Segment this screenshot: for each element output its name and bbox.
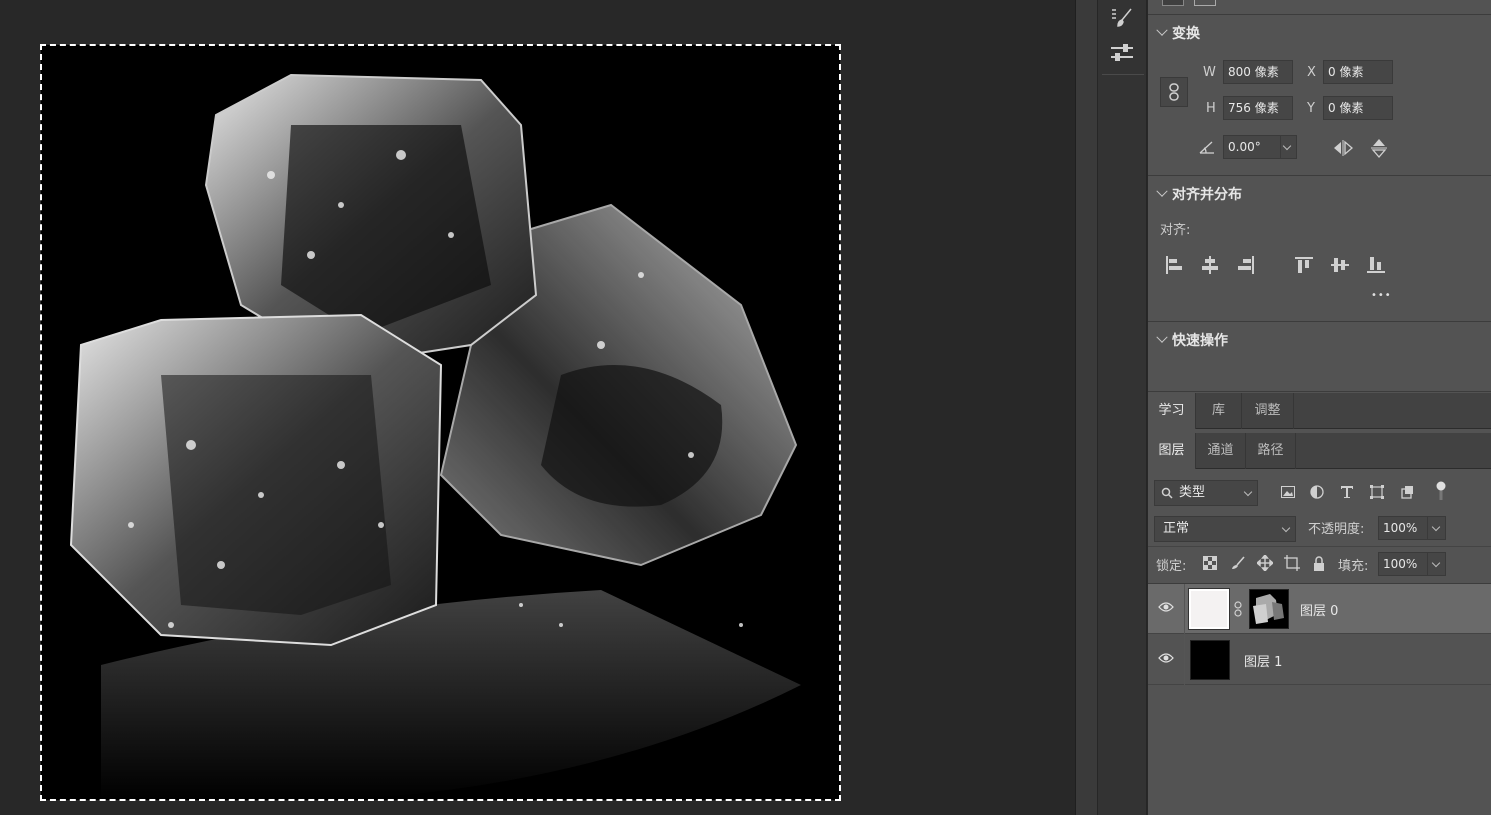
opacity-field[interactable]: 100%: [1378, 516, 1446, 540]
transform-section: 变换 W 800 像素 X 0 像素 H 756 像素 Y 0 像素 0.00°: [1148, 14, 1491, 176]
transform-title: 变换: [1172, 26, 1200, 42]
layer-name: 图层 0: [1300, 604, 1339, 619]
layer-image-thumbnail[interactable]: [1249, 589, 1289, 629]
angle-field[interactable]: 0.00°: [1223, 135, 1297, 159]
fill-field[interactable]: 100%: [1378, 552, 1446, 576]
align-bottom-icon[interactable]: [1366, 254, 1386, 276]
tab-adjustments[interactable]: 调整: [1242, 393, 1294, 429]
brush-settings-icon[interactable]: [1106, 4, 1138, 32]
chevron-down-icon[interactable]: [1282, 141, 1292, 151]
transform-header[interactable]: 变换: [1156, 23, 1200, 43]
mask-link-icon[interactable]: [1233, 600, 1243, 618]
filter-shape-layers-icon[interactable]: [1368, 482, 1386, 502]
lock-transparent-pixels-icon[interactable]: [1202, 555, 1218, 571]
panel-tab-icon[interactable]: [1162, 0, 1184, 6]
filter-adjustment-layers-icon[interactable]: [1308, 482, 1326, 502]
visibility-eye-icon[interactable]: [1158, 652, 1174, 668]
angle-value: 0.00°: [1228, 140, 1261, 154]
lock-image-pixels-icon[interactable]: [1230, 555, 1246, 571]
flip-horizontal-icon[interactable]: [1332, 137, 1354, 159]
layer-row-layer-0[interactable]: 图层 0: [1148, 584, 1491, 634]
visibility-eye-icon[interactable]: [1158, 601, 1174, 617]
align-horizontal-center-icon[interactable]: [1200, 254, 1220, 276]
filter-smart-objects-icon[interactable]: [1398, 482, 1416, 502]
y-label: Y: [1307, 101, 1315, 116]
angle-icon: [1198, 138, 1216, 156]
learn-library-tabs: 学习 库 调整: [1148, 393, 1491, 429]
filter-type-layers-icon[interactable]: [1338, 482, 1356, 502]
more-options-button[interactable]: •••: [1371, 290, 1392, 301]
blend-mode-select[interactable]: 正常: [1154, 516, 1296, 542]
properties-panel: 变换 W 800 像素 X 0 像素 H 756 像素 Y 0 像素 0.00°: [1148, 0, 1491, 815]
tab-paths[interactable]: 路径: [1246, 433, 1296, 469]
panel-gutter: [1075, 0, 1097, 815]
layer-name: 图层 1: [1244, 655, 1283, 670]
tab-layers[interactable]: 图层: [1148, 433, 1196, 469]
opacity-value: 100%: [1383, 521, 1418, 535]
align-distribute-section: 对齐并分布 对齐: •••: [1148, 176, 1491, 322]
chevron-down-icon: [1281, 523, 1291, 533]
quick-actions-section: 快速操作: [1148, 322, 1491, 392]
quick-actions-title: 快速操作: [1172, 333, 1228, 349]
filter-toggle-icon[interactable]: [1434, 480, 1448, 502]
filter-kind-label: 类型: [1179, 485, 1206, 500]
lock-label: 锁定:: [1156, 559, 1187, 574]
lock-all-icon[interactable]: [1311, 554, 1327, 572]
width-field[interactable]: 800 像素: [1223, 60, 1293, 84]
x-field[interactable]: 0 像素: [1323, 60, 1393, 84]
flip-vertical-icon[interactable]: [1368, 137, 1390, 159]
tab-channels[interactable]: 通道: [1196, 433, 1246, 469]
layers-channels-paths-tabs: 图层 通道 路径: [1148, 433, 1491, 469]
fill-value: 100%: [1383, 557, 1418, 571]
chevron-down-icon: [1156, 24, 1168, 36]
x-label: X: [1307, 65, 1316, 80]
align-title: 对齐并分布: [1172, 187, 1242, 203]
align-top-icon[interactable]: [1294, 254, 1314, 276]
quick-actions-header[interactable]: 快速操作: [1156, 330, 1228, 350]
blend-mode-value: 正常: [1163, 521, 1190, 536]
filter-pixel-layers-icon[interactable]: [1279, 482, 1297, 502]
document-image-ice-cubes[interactable]: [41, 45, 840, 800]
chevron-down-icon[interactable]: [1431, 522, 1441, 532]
lock-position-icon[interactable]: [1256, 554, 1274, 572]
align-left-icon[interactable]: [1164, 254, 1184, 276]
chevron-down-icon: [1156, 185, 1168, 197]
tab-learn[interactable]: 学习: [1148, 393, 1196, 429]
chevron-down-icon: [1243, 487, 1253, 497]
panel-icon-strip: [1097, 0, 1147, 815]
search-icon: [1161, 487, 1173, 499]
lock-artboard-icon[interactable]: [1283, 554, 1301, 572]
document-canvas-area[interactable]: [0, 0, 1075, 815]
link-dimensions-icon[interactable]: [1160, 77, 1188, 107]
align-right-icon[interactable]: [1236, 254, 1256, 276]
tab-libraries[interactable]: 库: [1196, 393, 1242, 429]
y-field[interactable]: 0 像素: [1323, 96, 1393, 120]
height-label: H: [1206, 101, 1216, 116]
align-label: 对齐:: [1160, 223, 1191, 238]
layer-filter-kind-select[interactable]: 类型: [1154, 480, 1258, 506]
layer-row-layer-1[interactable]: 图层 1: [1148, 635, 1491, 685]
width-label: W: [1203, 65, 1216, 80]
opacity-label: 不透明度:: [1308, 522, 1365, 537]
layer-thumbnail[interactable]: [1190, 640, 1230, 680]
fill-label: 填充:: [1338, 559, 1369, 574]
align-vertical-center-icon[interactable]: [1330, 254, 1350, 276]
height-field[interactable]: 756 像素: [1223, 96, 1293, 120]
panel-tab-icon[interactable]: [1194, 0, 1216, 6]
layer-mask-thumbnail[interactable]: [1188, 588, 1230, 630]
align-header[interactable]: 对齐并分布: [1156, 184, 1242, 204]
chevron-down-icon[interactable]: [1431, 558, 1441, 568]
chevron-down-icon: [1156, 331, 1168, 343]
adjustments-icon[interactable]: [1106, 39, 1138, 67]
